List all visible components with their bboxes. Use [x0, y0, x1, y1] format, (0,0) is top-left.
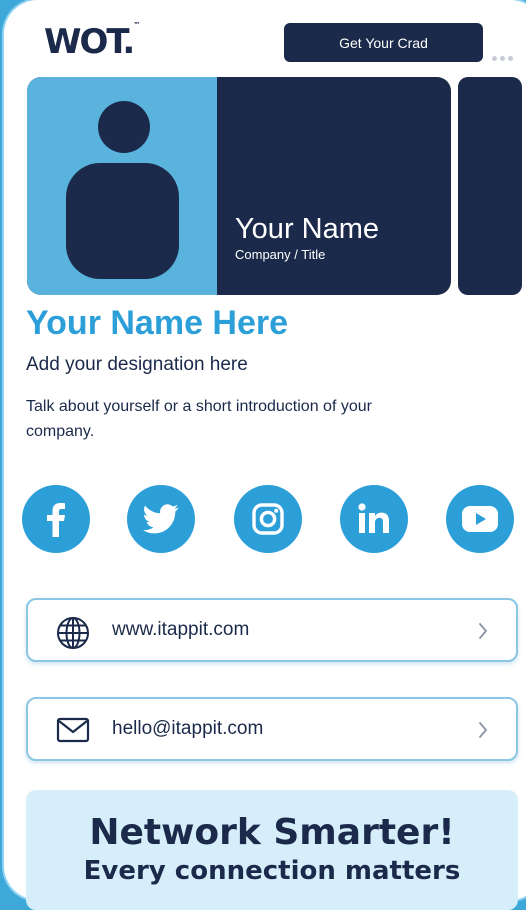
youtube-button[interactable]	[446, 485, 514, 553]
phone-frame: WOT.™ Get Your Crad Your Name Company / …	[4, 0, 526, 910]
twitter-button[interactable]	[127, 485, 195, 553]
email-link-text: hello@itappit.com	[112, 718, 264, 739]
more-options-icon[interactable]	[492, 56, 513, 61]
profile-name: Your Name Here	[26, 304, 289, 342]
next-card-peek[interactable]	[458, 77, 522, 295]
linkedin-icon	[358, 503, 389, 533]
twitter-icon	[143, 504, 179, 534]
youtube-icon	[462, 506, 498, 532]
chevron-right-icon	[479, 722, 488, 738]
profile-photo-placeholder	[27, 77, 217, 295]
avatar-head-icon	[98, 101, 150, 153]
logo-text: WOT.	[44, 22, 135, 62]
instagram-icon	[252, 503, 284, 535]
email-link-row[interactable]: hello@itappit.com	[26, 697, 518, 761]
chevron-right-icon	[479, 623, 488, 639]
hero-company-title: Company / Title	[235, 247, 326, 262]
facebook-icon	[47, 503, 65, 537]
hero-name: Your Name	[235, 213, 380, 245]
promo-banner: Network Smarter! Every connection matter…	[26, 790, 518, 910]
website-link-row[interactable]: www.itappit.com	[26, 598, 518, 662]
avatar-body-icon	[66, 163, 179, 279]
mail-icon	[56, 717, 90, 743]
profile-designation: Add your designation here	[26, 354, 248, 375]
trademark-mark: ™	[133, 20, 141, 29]
instagram-button[interactable]	[234, 485, 302, 553]
banner-subtitle: Every connection matters	[83, 856, 461, 886]
hero-card: Your Name Company / Title	[27, 77, 451, 295]
linkedin-button[interactable]	[340, 485, 408, 553]
globe-icon	[57, 617, 89, 649]
get-your-card-button[interactable]: Get Your Crad	[284, 23, 483, 62]
website-link-text: www.itappit.com	[112, 619, 250, 640]
wot-logo: WOT.™	[44, 20, 141, 62]
banner-title: Network Smarter!	[89, 812, 455, 853]
profile-intro: Talk about yourself or a short introduct…	[26, 398, 372, 440]
facebook-button[interactable]	[22, 485, 90, 553]
